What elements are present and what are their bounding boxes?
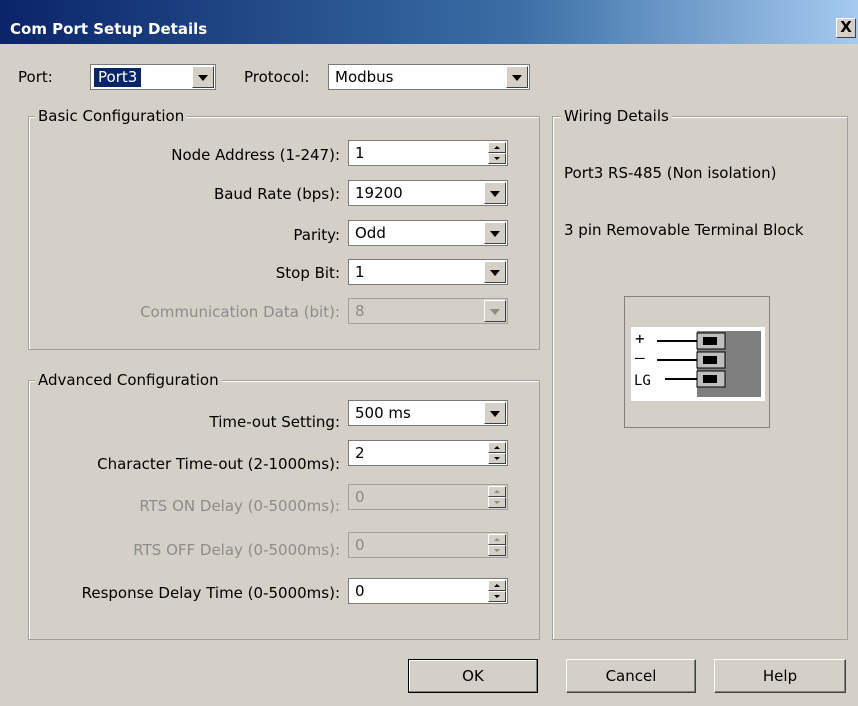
spin-down-icon[interactable] xyxy=(488,591,506,602)
response-delay-label: Response Delay Time (0-5000ms): xyxy=(81,584,340,602)
node-address-value: 1 xyxy=(355,144,365,162)
chevron-down-icon[interactable] xyxy=(506,66,528,88)
parity-select[interactable]: Odd xyxy=(348,220,508,246)
terminal-block-icon: + – LG xyxy=(631,327,765,401)
chevron-down-icon[interactable] xyxy=(484,261,506,283)
chevron-down-icon xyxy=(484,300,506,322)
rts-on-spinner: 0 xyxy=(348,484,508,510)
baud-rate-label: Baud Rate (bps): xyxy=(213,185,340,203)
wiring-details-title: Wiring Details xyxy=(561,107,672,125)
protocol-value: Modbus xyxy=(335,68,394,86)
timeout-label: Time-out Setting: xyxy=(209,413,341,431)
wiring-line-1: Port3 RS-485 (Non isolation) xyxy=(564,164,777,182)
chevron-down-icon[interactable] xyxy=(192,66,214,88)
spin-up-icon[interactable] xyxy=(488,442,506,453)
cancel-button[interactable]: Cancel xyxy=(566,659,696,693)
comm-data-label: Communication Data (bit): xyxy=(140,303,340,321)
node-address-label: Node Address (1-247): xyxy=(171,146,340,164)
chevron-down-icon[interactable] xyxy=(484,402,506,424)
spin-down-icon[interactable] xyxy=(488,453,506,464)
spin-down-icon xyxy=(488,497,506,508)
rts-on-value: 0 xyxy=(355,488,365,506)
baud-rate-select[interactable]: 19200 xyxy=(348,180,508,206)
advanced-config-title: Advanced Configuration xyxy=(35,371,222,389)
char-timeout-spinner[interactable]: 2 xyxy=(348,440,508,466)
port-select[interactable]: Port3 xyxy=(90,64,216,90)
terminal-plus-label: + xyxy=(635,329,645,348)
rts-off-label: RTS OFF Delay (0-5000ms): xyxy=(133,541,340,559)
close-button[interactable]: X xyxy=(836,18,856,38)
stop-bit-label: Stop Bit: xyxy=(275,264,340,282)
rts-off-value: 0 xyxy=(355,536,365,554)
rts-on-label: RTS ON Delay (0-5000ms): xyxy=(139,497,340,515)
parity-value: Odd xyxy=(355,224,386,242)
response-delay-value: 0 xyxy=(355,582,365,600)
title-bar: Com Port Setup Details X xyxy=(0,0,858,44)
protocol-select[interactable]: Modbus xyxy=(328,64,530,90)
spin-up-icon[interactable] xyxy=(488,142,506,153)
stop-bit-select[interactable]: 1 xyxy=(348,259,508,285)
timeout-value: 500 ms xyxy=(355,404,411,422)
port-value: Port3 xyxy=(94,68,142,87)
help-button[interactable]: Help xyxy=(714,659,846,693)
rts-off-spinner: 0 xyxy=(348,532,508,558)
ok-button[interactable]: OK xyxy=(408,659,538,693)
close-icon: X xyxy=(840,18,852,36)
baud-rate-value: 19200 xyxy=(355,184,403,202)
stop-bit-value: 1 xyxy=(355,263,365,281)
basic-config-title: Basic Configuration xyxy=(35,107,188,125)
protocol-label: Protocol: xyxy=(244,68,310,86)
wiring-line-2: 3 pin Removable Terminal Block xyxy=(564,221,804,239)
char-timeout-value: 2 xyxy=(355,444,365,462)
port-label: Port: xyxy=(18,68,53,86)
spin-down-icon xyxy=(488,545,506,556)
spin-down-icon[interactable] xyxy=(488,153,506,164)
window-title: Com Port Setup Details xyxy=(10,20,208,38)
comm-data-value: 8 xyxy=(355,302,365,320)
terminal-lg-label: LG xyxy=(634,373,651,389)
comm-data-select: 8 xyxy=(348,298,508,324)
spin-up-icon xyxy=(488,486,506,497)
timeout-select[interactable]: 500 ms xyxy=(348,400,508,426)
node-address-spinner[interactable]: 1 xyxy=(348,140,508,166)
spin-up-icon xyxy=(488,534,506,545)
terminal-block-diagram: + – LG xyxy=(624,296,770,428)
chevron-down-icon[interactable] xyxy=(484,182,506,204)
char-timeout-label: Character Time-out (2-1000ms): xyxy=(97,455,340,473)
terminal-minus-label: – xyxy=(635,348,645,367)
spin-up-icon[interactable] xyxy=(488,580,506,591)
parity-label: Parity: xyxy=(293,226,340,244)
chevron-down-icon[interactable] xyxy=(484,222,506,244)
response-delay-spinner[interactable]: 0 xyxy=(348,578,508,604)
